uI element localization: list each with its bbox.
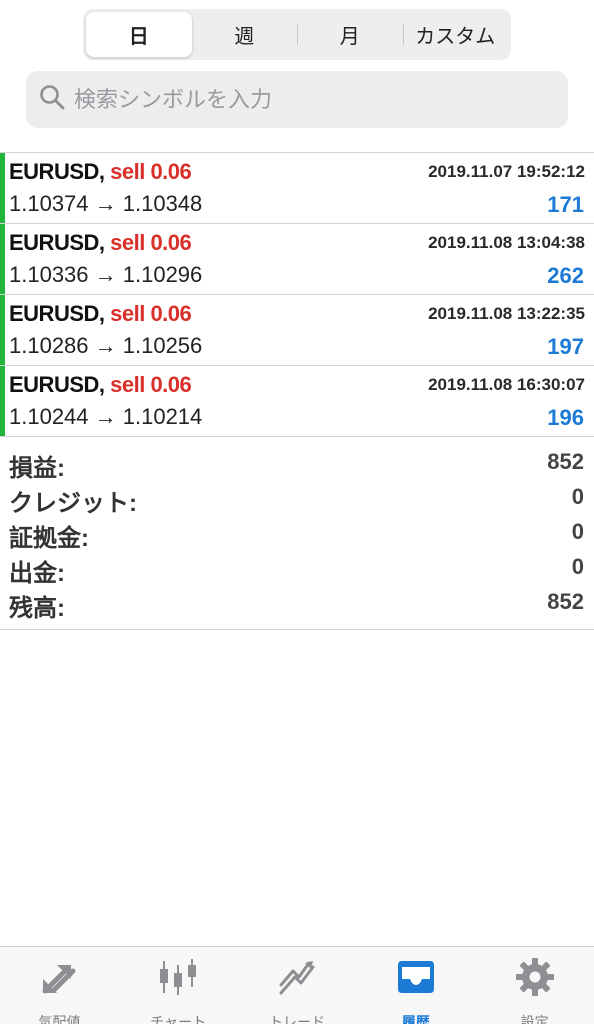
tab-label: 設定	[520, 1014, 549, 1024]
tab-label: チャート	[150, 1014, 207, 1024]
summary-label: クレジット:	[9, 490, 137, 517]
trade-trend-icon	[275, 955, 319, 1004]
trade-time: 2019.11.08 16:30:07	[428, 375, 585, 394]
tab-chart[interactable]: チャート	[119, 947, 238, 1024]
summary-label: 残高:	[9, 595, 65, 622]
tab-label: トレード	[268, 1014, 325, 1024]
trade-profit: 196	[547, 405, 584, 430]
summary-label: 証拠金:	[9, 525, 89, 552]
period-tab-week[interactable]: 週	[192, 12, 298, 57]
trade-side: sell 0.06	[110, 230, 192, 255]
trade-side: sell 0.06	[110, 159, 192, 184]
trade-prices: 1.10244 → 1.10214	[9, 404, 203, 429]
summary-value: 852	[547, 589, 584, 614]
trade-symbol: EURUSD, sell 0.06	[9, 159, 192, 184]
summary-value: 852	[547, 449, 584, 474]
trade-symbol: EURUSD, sell 0.06	[9, 301, 192, 326]
tab-history[interactable]: 履歴	[356, 947, 475, 1024]
trade-profit: 171	[547, 192, 584, 217]
summary-value: 0	[571, 519, 584, 544]
tab-label: 気配値	[38, 1014, 81, 1024]
candlestick-chart-icon	[156, 955, 200, 1004]
tab-settings[interactable]: 設定	[475, 947, 594, 1024]
trade-time: 2019.11.08 13:04:38	[428, 233, 585, 252]
summary-row-margin: 証拠金: 0	[0, 516, 594, 552]
trade-row[interactable]: EURUSD, sell 0.06 2019.11.08 13:04:38 1.…	[0, 224, 594, 295]
trade-side: sell 0.06	[110, 372, 192, 397]
trade-indicator-bar	[0, 153, 5, 223]
history-tray-icon	[394, 955, 438, 1004]
trade-indicator-bar	[0, 366, 5, 436]
trade-profit: 262	[547, 263, 584, 288]
summary-value: 0	[571, 554, 584, 579]
summary-row-withdrawal: 出金: 0	[0, 551, 594, 587]
summary-label: 出金:	[9, 560, 65, 587]
summary-label: 損益:	[9, 455, 65, 482]
trade-prices: 1.10336 → 1.10296	[9, 262, 203, 287]
gear-icon	[513, 955, 557, 1004]
trade-history-list: EURUSD, sell 0.06 2019.11.07 19:52:12 1.…	[0, 152, 594, 437]
trade-indicator-bar	[0, 224, 5, 294]
period-tab-month[interactable]: 月	[297, 12, 403, 57]
period-segmented-control: 日 週 月 カスタム	[83, 9, 511, 60]
search-icon	[38, 83, 66, 116]
tab-label: 履歴	[401, 1014, 430, 1024]
search-bar[interactable]	[26, 71, 568, 128]
period-tab-day[interactable]: 日	[86, 12, 192, 57]
trade-row[interactable]: EURUSD, sell 0.06 2019.11.07 19:52:12 1.…	[0, 153, 594, 224]
trade-symbol: EURUSD, sell 0.06	[9, 372, 192, 397]
trade-row[interactable]: EURUSD, sell 0.06 2019.11.08 16:30:07 1.…	[0, 366, 594, 437]
trade-prices: 1.10286 → 1.10256	[9, 333, 203, 358]
quotes-arrows-icon	[37, 955, 81, 1004]
summary-value: 0	[571, 484, 584, 509]
trade-side: sell 0.06	[110, 301, 192, 326]
bottom-tab-bar: 気配値 チャート トレード 履歴 設定	[0, 946, 594, 1024]
trade-time: 2019.11.07 19:52:12	[428, 162, 585, 181]
trade-indicator-bar	[0, 295, 5, 365]
summary-row-profit: 損益: 852	[0, 446, 594, 482]
trade-prices: 1.10374 → 1.10348	[9, 191, 203, 216]
trade-symbol: EURUSD, sell 0.06	[9, 230, 192, 255]
account-summary: 損益: 852 クレジット: 0 証拠金: 0 出金: 0 残高: 852	[0, 446, 594, 630]
trade-profit: 197	[547, 334, 584, 359]
trade-time: 2019.11.08 13:22:35	[428, 304, 585, 323]
period-tab-custom[interactable]: カスタム	[402, 12, 509, 57]
tab-quotes[interactable]: 気配値	[0, 947, 119, 1024]
summary-row-balance: 残高: 852	[0, 586, 594, 622]
search-input[interactable]	[74, 86, 568, 113]
trade-row[interactable]: EURUSD, sell 0.06 2019.11.08 13:22:35 1.…	[0, 295, 594, 366]
summary-row-credit: クレジット: 0	[0, 481, 594, 517]
tab-trade[interactable]: トレード	[238, 947, 357, 1024]
